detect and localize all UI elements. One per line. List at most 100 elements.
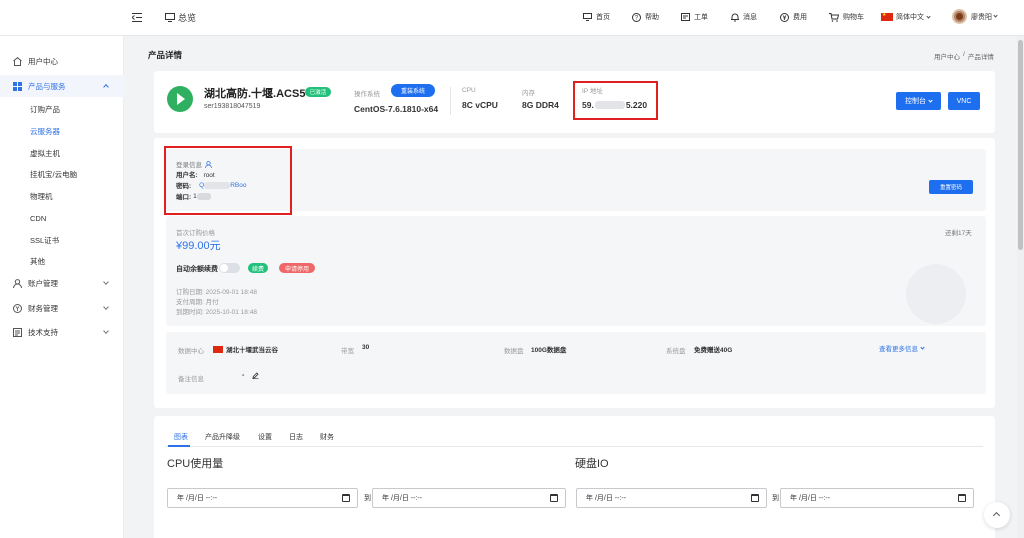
- sidebar-item-cloud-server[interactable]: 云服务器: [0, 120, 124, 142]
- disk-start-date-input[interactable]: 年 /月/日 --:--: [576, 488, 767, 508]
- vnc-button[interactable]: VNC: [948, 92, 980, 110]
- cpu-start-date-input[interactable]: 年 /月/日 --:--: [167, 488, 358, 508]
- sidebar-item-support[interactable]: 技术支持: [0, 321, 124, 343]
- nav-cart[interactable]: 购物车: [829, 12, 864, 22]
- calendar-icon[interactable]: [958, 494, 966, 502]
- bell-icon: [731, 13, 739, 21]
- remark-label: 备注信息: [178, 376, 204, 383]
- edit-icon[interactable]: [252, 372, 259, 379]
- bandwidth-label: 带宽: [341, 348, 354, 355]
- remaining-days: 还剩17天: [945, 230, 972, 237]
- login-highlight-box: [164, 146, 292, 215]
- tab-finance[interactable]: 财务: [320, 432, 334, 442]
- ticket-icon: [681, 13, 690, 21]
- os-value: CentOS-7.6.1810-x64: [354, 104, 439, 114]
- billing-panel: 首次订购价格 ¥99.00元 还剩17天 自动余额续费 续费 申请停用 订购日期…: [166, 216, 986, 326]
- chevron-down-icon: [103, 328, 109, 334]
- auto-renew-toggle[interactable]: [219, 263, 240, 273]
- chevron-up-icon: [103, 84, 109, 90]
- renew-button[interactable]: 续费: [248, 263, 268, 273]
- sidebar: 用户中心 产品与服务 订购产品 云服务器 虚拟主机 挂机宝/云电脑 物理机 CD…: [0, 36, 124, 538]
- console-button[interactable]: 控制台: [896, 92, 941, 110]
- china-flag-icon: ★: [881, 13, 893, 21]
- product-id: ser193818047519: [204, 103, 261, 110]
- grid-icon: [13, 81, 22, 91]
- language-selector[interactable]: ★ 简体中文: [881, 12, 931, 22]
- overview-link[interactable]: 总览: [165, 11, 196, 24]
- nav-messages[interactable]: 消息: [731, 12, 757, 22]
- help-icon: ?: [632, 12, 641, 22]
- cpu-end-date-input[interactable]: 年 /月/日 --:--: [372, 488, 566, 508]
- cpu-chart-title: CPU使用量: [167, 458, 224, 470]
- monitor-icon: [165, 13, 175, 22]
- tab-upgrade[interactable]: 产品升降级: [205, 432, 240, 442]
- chevron-down-icon: [928, 97, 933, 103]
- sidebar-item-ssl[interactable]: SSL证书: [0, 229, 124, 251]
- monitor-icon: [583, 13, 592, 21]
- sidebar-item-label: 账户管理: [28, 278, 58, 288]
- sidebar-item-cloud-pc[interactable]: 挂机宝/云电脑: [0, 163, 124, 185]
- nav-home[interactable]: 首页: [583, 12, 610, 22]
- os-label: 操作系统: [354, 91, 380, 98]
- monitor-card: [154, 416, 995, 538]
- date-range-separator: 到: [364, 495, 371, 502]
- sidebar-item-cdn[interactable]: CDN: [0, 207, 124, 229]
- product-name: 湖北高防.十堰.ACS5: [204, 88, 306, 100]
- nav-help[interactable]: ? 帮助: [632, 12, 659, 22]
- reinstall-button[interactable]: 重装系统: [391, 84, 435, 97]
- nav-ticket[interactable]: 工单: [681, 12, 708, 22]
- language-label: 简体中文: [896, 14, 924, 21]
- play-icon[interactable]: [167, 86, 193, 112]
- view-more-link[interactable]: 查看更多信息: [879, 343, 925, 353]
- reset-password-button[interactable]: 重置密码: [929, 180, 973, 194]
- disk-end-date-input[interactable]: 年 /月/日 --:--: [780, 488, 974, 508]
- bandwidth-value: 30: [362, 344, 370, 351]
- date-placeholder: 年 /月/日 --:--: [382, 495, 423, 502]
- scrollbar-thumb[interactable]: [1018, 40, 1023, 250]
- memory-value: 8G DDR4: [522, 100, 559, 110]
- tab-settings[interactable]: 设置: [258, 432, 272, 442]
- console-button-label: 控制台: [905, 98, 926, 105]
- user-menu[interactable]: 廖贵阳: [952, 9, 998, 24]
- payment-cycle: 支付周期: 月付: [176, 299, 219, 306]
- calendar-icon[interactable]: [550, 494, 558, 502]
- chevron-down-icon: [103, 279, 109, 285]
- cpu-value: 8C vCPU: [462, 100, 498, 110]
- back-to-top-button[interactable]: [984, 502, 1010, 528]
- sidebar-item-physical[interactable]: 物理机: [0, 185, 124, 207]
- system-disk-label: 系统盘: [666, 348, 686, 355]
- top-bar: 总览 首页 ? 帮助 工单 消息 费用 购物车 ★ 简体中文 廖贵阳: [0, 0, 1024, 36]
- sidebar-item-other[interactable]: 其他: [0, 250, 124, 272]
- document-icon: [13, 327, 22, 337]
- sidebar-item-user-center[interactable]: 用户中心: [0, 50, 124, 72]
- avatar: [952, 9, 967, 24]
- tab-charts[interactable]: 图表: [174, 432, 188, 442]
- tab-logs[interactable]: 日志: [289, 432, 303, 442]
- breadcrumb-item[interactable]: 用户中心: [934, 51, 960, 61]
- sidebar-item-finance[interactable]: 财务管理: [0, 297, 124, 319]
- nav-fees[interactable]: 费用: [780, 12, 807, 22]
- sidebar-item-label: 订购产品: [30, 104, 60, 114]
- sidebar-item-label: 产品与服务: [28, 81, 66, 91]
- sidebar-item-label: 物理机: [30, 191, 53, 201]
- sidebar-item-order-products[interactable]: 订购产品: [0, 98, 124, 120]
- overview-label: 总览: [178, 13, 197, 23]
- piggy-bank-watermark-icon: [906, 264, 966, 324]
- sidebar-item-account[interactable]: 账户管理: [0, 272, 124, 294]
- cancel-service-button[interactable]: 申请停用: [279, 263, 315, 273]
- nav-fees-label: 费用: [793, 14, 807, 21]
- sidebar-item-products[interactable]: 产品与服务: [0, 75, 124, 97]
- calendar-icon[interactable]: [751, 494, 759, 502]
- sidebar-item-label: 虚拟主机: [30, 148, 60, 158]
- calendar-icon[interactable]: [342, 494, 350, 502]
- chevron-down-icon: [926, 13, 931, 19]
- sidebar-item-virtual-host[interactable]: 虚拟主机: [0, 142, 124, 164]
- nav-ticket-label: 工单: [694, 14, 708, 21]
- date-placeholder: 年 /月/日 --:--: [790, 495, 831, 502]
- collapse-menu-icon[interactable]: [132, 12, 142, 22]
- datacenter-text: 湖北十堰武当云谷: [226, 347, 278, 354]
- money-icon: [13, 303, 22, 313]
- chevron-down-icon: [920, 344, 925, 350]
- active-tab-indicator: [168, 445, 190, 447]
- data-disk-value: 100G数据盘: [531, 347, 567, 354]
